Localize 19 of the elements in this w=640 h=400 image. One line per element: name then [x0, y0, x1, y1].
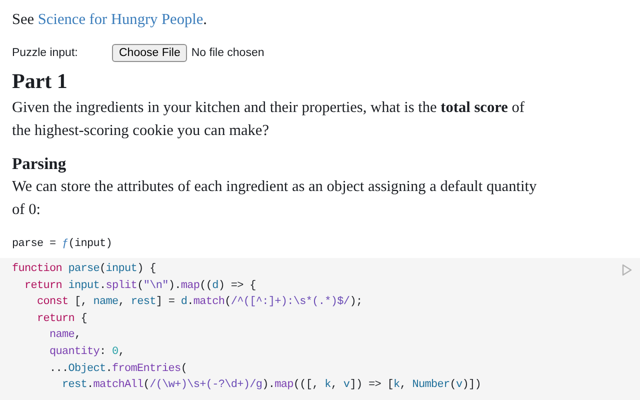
- file-status: No file chosen: [191, 46, 264, 58]
- subsection-heading: Parsing: [12, 152, 68, 174]
- play-icon[interactable]: [622, 264, 632, 276]
- code-line: function parse(input) {: [12, 262, 156, 278]
- code-line: ...Object.fromEntries(: [48, 362, 188, 377]
- description-text: We can store the attributes of each ingredient as an object assigning a default quantity of 0:: [12, 176, 538, 220]
- code-line: quantity: 0,: [48, 345, 125, 360]
- question-text: Given the ingredients in your kitchen and their properties, what is the total score of the highest-scoring cookie you can make?: [12, 98, 526, 141]
- cell-output: parse = ƒ(input): [12, 236, 112, 252]
- input-label: Puzzle input:: [12, 46, 79, 58]
- code-line: const [, name, rest] = d.match(/^([^:]+):\s*(.*)$/);: [36, 295, 362, 310]
- code-line: return {: [36, 312, 88, 327]
- code-line: name,: [48, 328, 81, 344]
- code-line: return input.split("\n").map((d) => {: [24, 278, 256, 294]
- choose-file-button[interactable]: Choose File: [112, 44, 188, 62]
- code-line: rest.matchAll(/(\w+)\s+(-?\d+)/g).map(([, k, v]) => [k, Number(v)]): [61, 378, 482, 394]
- intro-text: See Science for Hungry People.: [12, 10, 208, 30]
- article-link[interactable]: Science for Hungry People: [38, 11, 204, 28]
- section-heading: Part 1: [12, 68, 68, 94]
